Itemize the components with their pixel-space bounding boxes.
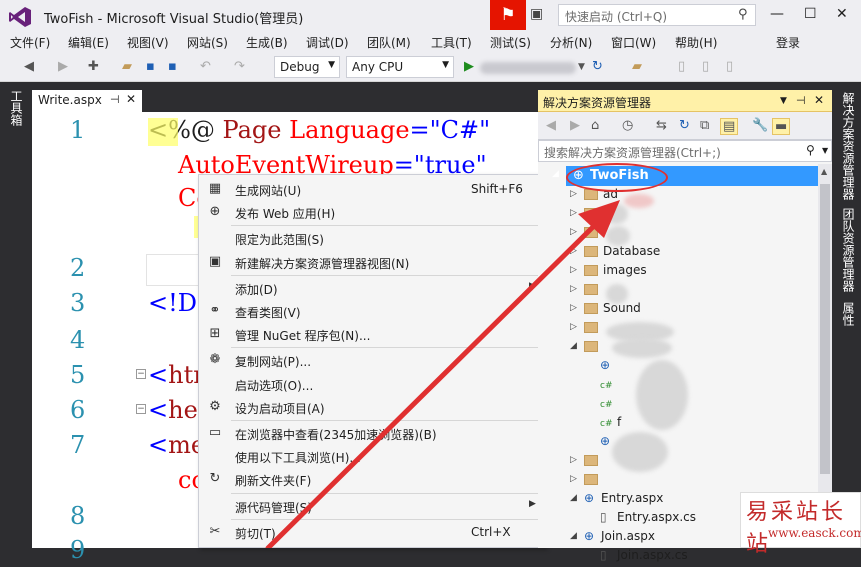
- tree-node-label: Join.aspx.cs: [617, 548, 688, 562]
- tree-node[interactable]: ▯ Join.aspx.cs: [600, 548, 688, 567]
- annotation-arrow: [265, 200, 620, 548]
- arrow-shaft: [265, 219, 601, 548]
- highlight-ellipse: [566, 163, 668, 192]
- watermark-url: www.easck.com: [768, 526, 861, 540]
- file-icon: ▯: [600, 548, 607, 562]
